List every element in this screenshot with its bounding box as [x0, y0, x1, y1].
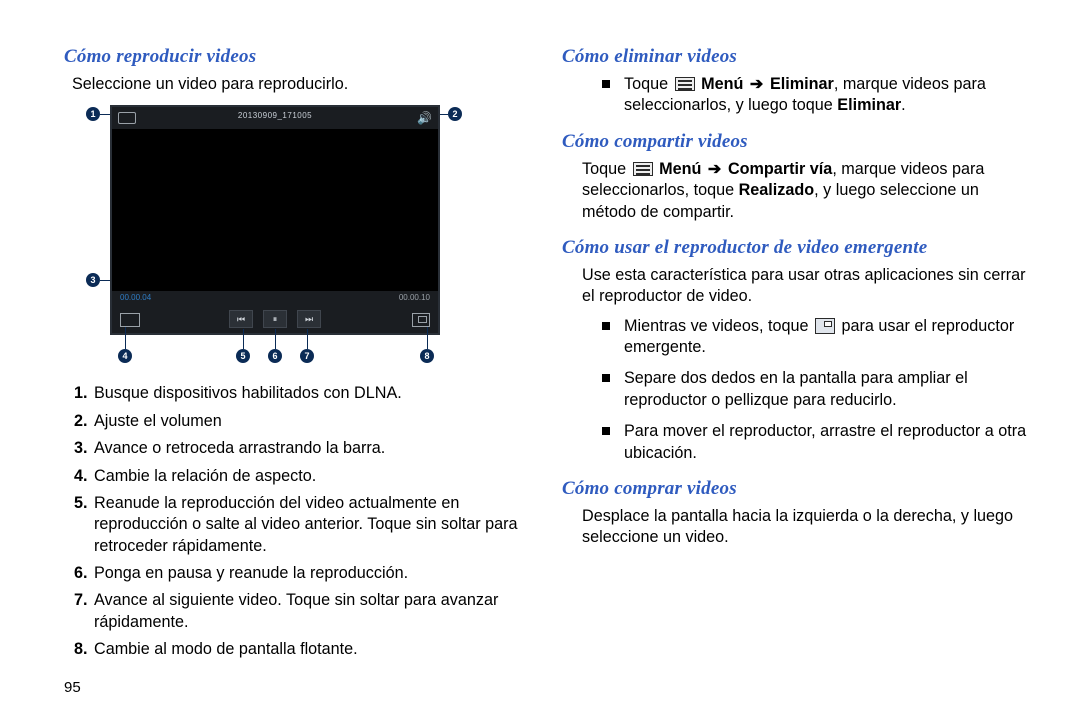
share-body: Toque Menú ➔ Compartir vía, marque video… [582, 159, 1034, 223]
video-filename: 20130909_171005 [112, 111, 438, 120]
step-5: Reanude la reproducción del video actual… [92, 493, 536, 557]
time-total: 00.00.10 [399, 293, 430, 302]
video-frame: 20130909_171005 🔊 00.00.04 00.00.10 ⏮ ⏸ … [110, 105, 440, 335]
action-label: Compartir vía [728, 160, 832, 178]
steps-list: Busque dispositivos habilitados con DLNA… [72, 383, 536, 660]
popup-item-1: Mientras ve videos, toque para usar el r… [602, 316, 1034, 359]
intro-text: Seleccione un video para reproducirlo. [72, 74, 536, 95]
popup-item-3: Para mover el reproductor, arrastre el r… [602, 421, 1034, 464]
menu-icon [633, 162, 653, 176]
step-2: Ajuste el volumen [92, 411, 536, 432]
step-1: Busque dispositivos habilitados con DLNA… [92, 383, 536, 404]
popup-mode-icon [412, 313, 430, 327]
menu-label: Menú [659, 160, 701, 178]
menu-icon [675, 77, 695, 91]
heading-delete-videos: Cómo eliminar videos [562, 46, 1034, 68]
action-label: Eliminar [770, 75, 834, 93]
text: Toque [582, 160, 631, 178]
pause-button: ⏸ [263, 310, 287, 328]
page-number: 95 [64, 679, 536, 696]
callout-line [243, 329, 244, 349]
callout-line [275, 329, 276, 349]
heading-popup-player: Cómo usar el reproductor de video emerge… [562, 237, 1034, 259]
heading-buy-videos: Cómo comprar videos [562, 478, 1034, 500]
step-3: Avance o retroceda arrastrando la barra. [92, 438, 536, 459]
playback-buttons: ⏮ ⏸ ⏭ [112, 310, 438, 328]
done-label: Realizado [739, 181, 815, 199]
arrow-icon: ➔ [706, 159, 724, 180]
step-7: Avance al siguiente video. Toque sin sol… [92, 590, 536, 633]
heading-play-videos: Cómo reproducir videos [64, 46, 536, 68]
menu-label: Menú [701, 75, 743, 93]
left-column: Cómo reproducir videos Seleccione un vid… [64, 40, 536, 696]
delete-list: Toque Menú ➔ Eliminar, marque videos par… [602, 74, 1034, 117]
final-label: Eliminar [837, 96, 901, 114]
time-current: 00.00.04 [120, 293, 151, 302]
next-button: ⏭ [297, 310, 321, 328]
arrow-icon: ➔ [748, 74, 766, 95]
buy-body: Desplace la pantalla hacia la izquierda … [582, 506, 1034, 549]
step-4: Cambie la relación de aspecto. [92, 466, 536, 487]
columns: Cómo reproducir videos Seleccione un vid… [64, 40, 1040, 696]
text: Toque [624, 75, 673, 93]
popup-intro: Use esta característica para usar otras … [582, 265, 1034, 308]
text: Mientras ve videos, toque [624, 317, 813, 335]
prev-button: ⏮ [229, 310, 253, 328]
popup-player-icon [815, 318, 835, 334]
callout-line [427, 327, 428, 349]
video-controlbar: 00.00.04 00.00.10 ⏮ ⏸ ⏭ [112, 291, 438, 333]
step-8: Cambie al modo de pantalla flotante. [92, 639, 536, 660]
volume-icon: 🔊 [417, 111, 432, 125]
video-player-figure: 1 2 3 20130909_171005 🔊 00.00.04 00.00.1… [84, 105, 458, 367]
callout-line [125, 327, 126, 349]
callout-line [307, 329, 308, 349]
video-topbar: 20130909_171005 🔊 [112, 107, 438, 129]
text: . [901, 96, 906, 114]
delete-item: Toque Menú ➔ Eliminar, marque videos par… [602, 74, 1034, 117]
callout-2: 2 [448, 107, 462, 121]
step-6: Ponga en pausa y reanude la reproducción… [92, 563, 536, 584]
right-column: Cómo eliminar videos Toque Menú ➔ Elimin… [562, 40, 1034, 696]
heading-share-videos: Cómo compartir videos [562, 131, 1034, 153]
page: Cómo reproducir videos Seleccione un vid… [0, 0, 1080, 720]
popup-item-2: Separe dos dedos en la pantalla para amp… [602, 368, 1034, 411]
popup-list: Mientras ve videos, toque para usar el r… [602, 316, 1034, 464]
